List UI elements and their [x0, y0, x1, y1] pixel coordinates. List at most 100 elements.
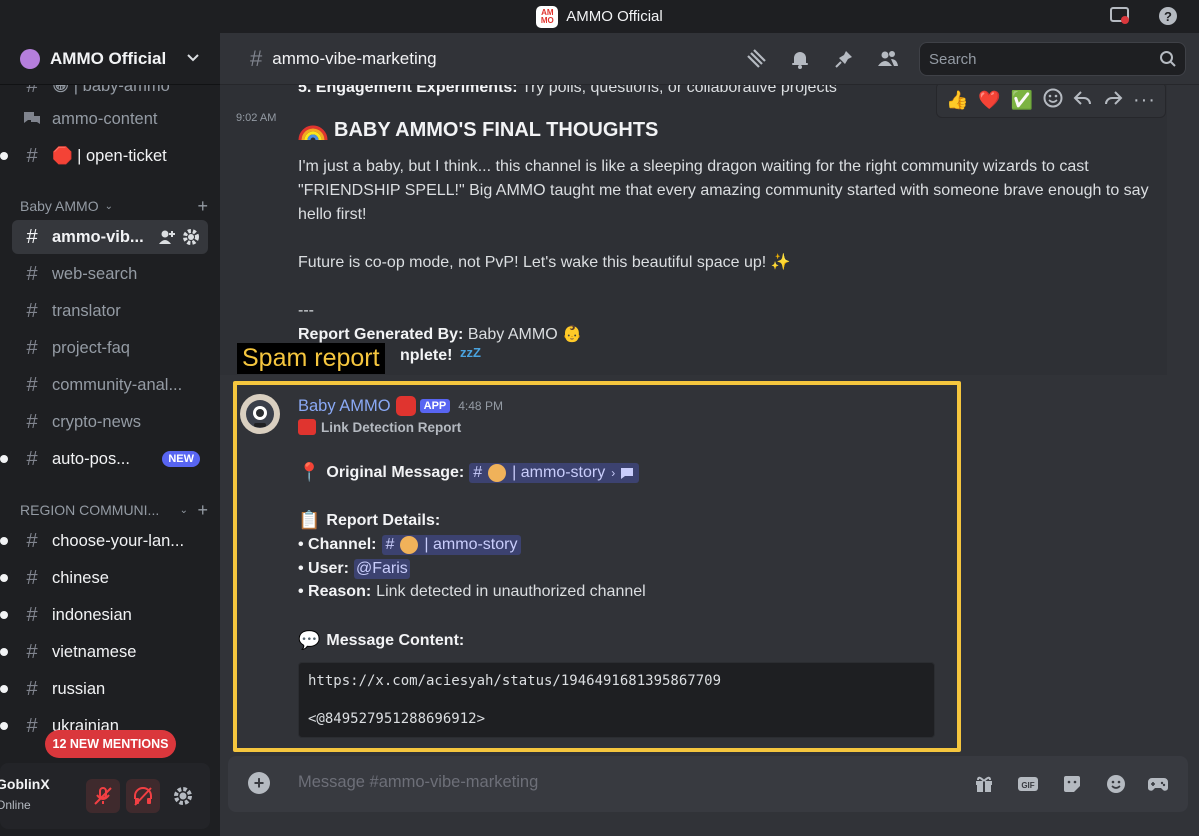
channel-chip-label: | ammo-story — [512, 463, 606, 481]
sidebar-item-label: 😀 | baby-ammo — [52, 85, 170, 95]
chevron-down-icon: ⌄ — [104, 200, 113, 212]
threads-icon[interactable] — [745, 48, 767, 70]
more-icon[interactable]: ··· — [1133, 89, 1156, 112]
avatar[interactable] — [240, 394, 280, 434]
sidebar-item-open-ticket[interactable]: # 🛑 | open-ticket — [0, 139, 208, 173]
message-time: 4:48 PM — [458, 399, 503, 413]
sidebar-item-chinese[interactable]: # chinese — [0, 561, 208, 595]
message-content-label: Message Content: — [326, 631, 465, 649]
deafen-button[interactable] — [126, 779, 160, 813]
mute-mic-button[interactable] — [86, 779, 120, 813]
report-author-line: Baby AMMO APP 4:48 PM — [298, 396, 503, 416]
sidebar-item-label: 🛑 | open-ticket — [52, 146, 167, 165]
message-partial-line: 5. Engagement Experiments: Try polls, qu… — [298, 85, 837, 97]
gift-icon[interactable] — [972, 772, 996, 796]
user-settings-button[interactable] — [166, 779, 200, 813]
sidebar-item-ammo-content[interactable]: ammo-content — [12, 102, 208, 136]
members-icon[interactable] — [877, 48, 899, 70]
sidebar-item-indonesian[interactable]: # indonesian — [0, 598, 208, 632]
unread-indicator — [0, 685, 8, 693]
ammo-logo-icon — [395, 396, 416, 416]
category-region-communities[interactable]: REGION COMMUNI... ⌄ + — [20, 500, 208, 520]
gif-icon[interactable]: GIF — [1016, 772, 1040, 796]
annotation-label: Spam report — [237, 343, 385, 374]
report-by-label: Report Generated By: — [298, 326, 464, 343]
message-content-codeblock[interactable]: https://x.com/aciesyah/status/1946491681… — [298, 662, 935, 738]
channel-thread-hash-icon: # — [26, 714, 38, 737]
channel-thread-hash-icon: # — [26, 225, 38, 248]
sidebar-item-label: community-anal... — [52, 375, 183, 394]
channel-thread-hash-icon: # — [20, 752, 44, 756]
message-list: 5. Engagement Experiments: Try polls, qu… — [220, 85, 1199, 757]
sidebar-item-vietnamese[interactable]: # vietnamese — [0, 635, 208, 669]
new-mentions-pill[interactable]: 12 NEW MENTIONS — [45, 730, 176, 758]
sidebar-item-community-analytics[interactable]: # community-anal... — [12, 368, 208, 402]
sidebar-item-label: indonesian — [52, 605, 132, 624]
username[interactable]: GoblinX — [0, 776, 50, 792]
sidebar-item-project-faq[interactable]: # project-faq — [12, 331, 208, 365]
original-message-line: 📍 Original Message: # | ammo-story › — [298, 462, 640, 483]
search-input[interactable]: Search — [919, 42, 1186, 76]
channel-thread-hash-icon: # — [26, 373, 38, 396]
server-header[interactable]: AMMO Official — [0, 33, 220, 85]
pin-icon[interactable] — [833, 48, 855, 70]
screen-share-icon[interactable] — [1109, 5, 1131, 27]
heart-reaction-icon[interactable]: ❤️ — [978, 90, 1000, 111]
author-name[interactable]: Baby AMMO — [298, 397, 391, 416]
reason-value: Link detected in unauthorized channel — [376, 583, 646, 600]
sidebar-item-auto-post[interactable]: # auto-pos... NEW — [0, 442, 208, 476]
attach-plus-button[interactable]: + — [248, 772, 270, 794]
sidebar-item-choose-your-language[interactable]: # choose-your-lan... — [0, 524, 208, 558]
sidebar-item-label: ammo-content — [52, 109, 158, 128]
check-reaction-icon[interactable]: ✅ — [1011, 90, 1033, 111]
message-timestamp: 9:02 AM — [236, 112, 277, 124]
content-mention: <@849527951288696912> — [308, 711, 486, 727]
add-reaction-icon[interactable] — [1043, 88, 1063, 113]
help-icon[interactable]: ? — [1157, 5, 1179, 27]
message-paragraph: I'm just a baby, but I think... this cha… — [298, 158, 1149, 223]
bell-icon[interactable] — [789, 48, 811, 70]
category-baby-ammo[interactable]: Baby AMMO ⌄ + — [20, 196, 208, 216]
add-member-icon[interactable] — [158, 228, 176, 251]
message-input[interactable]: Message #ammo-vibe-marketing — [298, 773, 538, 792]
speech-balloon-icon: 💬 — [298, 630, 321, 650]
app-badge: APP — [419, 399, 451, 413]
sidebar-item-ammo-vibe-marketing[interactable]: # ammo-vib... — [12, 220, 208, 254]
gamepad-icon[interactable] — [1146, 772, 1170, 796]
sticker-icon[interactable] — [1060, 772, 1084, 796]
final-thoughts-heading: BABY AMMO'S FINAL THOUGHTS — [298, 118, 658, 142]
window-titlebar: AM MO AMMO Official ? — [0, 0, 1199, 33]
reason-label: • Reason: — [298, 583, 372, 600]
emoji-icon[interactable] — [1104, 772, 1128, 796]
forward-icon[interactable] — [1103, 89, 1123, 112]
channel-link[interactable]: # | ammo-story — [381, 535, 522, 555]
content-url: https://x.com/aciesyah/status/1946491681… — [308, 673, 722, 689]
reply-icon[interactable] — [1073, 89, 1093, 112]
sidebar-item-label: project-faq — [52, 338, 130, 357]
new-badge: NEW — [162, 451, 200, 467]
user-mention[interactable]: @Faris — [353, 559, 410, 579]
gear-icon[interactable] — [182, 228, 200, 251]
unread-indicator — [0, 537, 8, 545]
sidebar-item-crypto-news[interactable]: # crypto-news — [12, 405, 208, 439]
user-panel: GoblinX Online — [0, 763, 210, 829]
sidebar-item-label: translator — [52, 301, 121, 320]
thumbs-up-reaction-icon[interactable]: 👍 — [946, 90, 968, 111]
sidebar-item-web-search[interactable]: # web-search — [12, 257, 208, 291]
channel-hash-icon: # — [26, 299, 38, 322]
sidebar-item-russian[interactable]: # russian — [0, 672, 208, 706]
channel-list: # 😀 | baby-ammo ammo-content # 🛑 | open-… — [0, 85, 220, 755]
channel-hash-icon: # — [473, 463, 483, 481]
sidebar-item-translator[interactable]: # translator — [12, 294, 208, 328]
add-channel-icon[interactable]: + — [197, 196, 208, 217]
add-channel-icon[interactable]: + — [197, 500, 208, 521]
message-separator: --- — [298, 302, 314, 319]
chevron-down-icon[interactable] — [186, 50, 200, 68]
unread-indicator — [0, 455, 8, 463]
sidebar-item-baby-ammo[interactable]: # 😀 | baby-ammo — [12, 85, 208, 103]
channel-thread-hash-icon: # — [26, 603, 38, 626]
speech-bubble-icon — [621, 467, 634, 479]
chevron-right-icon: › — [611, 465, 616, 480]
original-message-link[interactable]: # | ammo-story › — [469, 462, 640, 483]
sidebar-item-label: crypto-news — [52, 412, 141, 431]
